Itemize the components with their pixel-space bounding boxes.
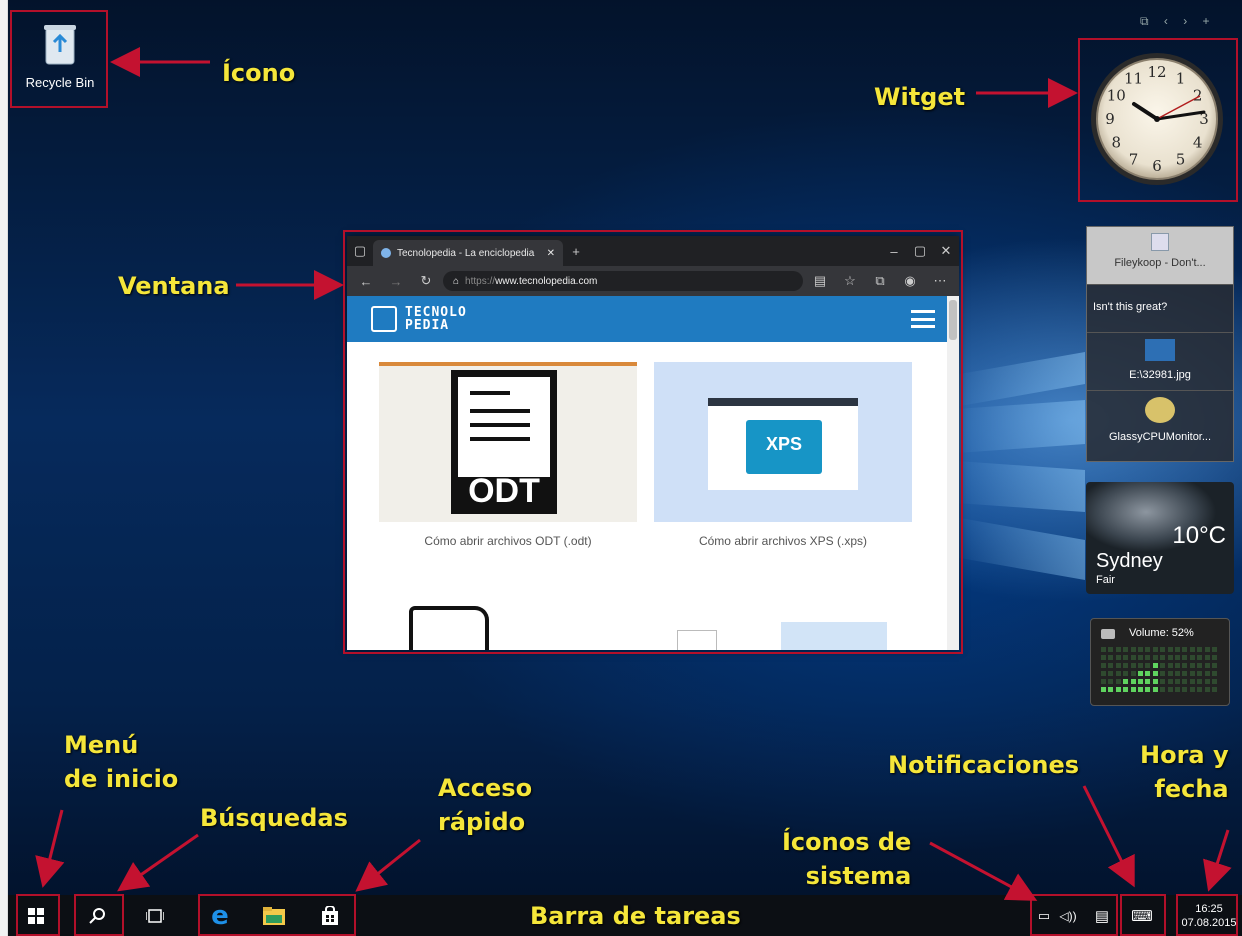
annotation-menu-inicio: Menú de inicio xyxy=(64,730,178,794)
annotation-arrows xyxy=(35,47,1232,901)
annotation-hora-line1: Hora y xyxy=(1140,741,1229,769)
annotation-iconos-sistema: Íconos de sistema xyxy=(782,827,911,891)
annotation-notificaciones: Notificaciones xyxy=(888,751,1080,779)
annotation-menu-line1: Menú xyxy=(64,731,139,759)
desktop: Recycle Bin ▢ Tecnolopedia - La enciclop… xyxy=(0,0,1242,936)
annotation-icono: Ícono xyxy=(222,59,296,87)
annotation-iconos-line2: sistema xyxy=(805,862,912,890)
annotation-acceso-rapido: Acceso rápido xyxy=(438,773,532,837)
annotation-iconos-line1: Íconos de xyxy=(782,828,912,856)
annotation-acceso-line2: rápido xyxy=(438,808,526,836)
annotation-hora-line2: fecha xyxy=(1154,775,1229,803)
annotation-hora-fecha: Hora y fecha xyxy=(1140,740,1229,804)
annotation-menu-line2: de inicio xyxy=(64,765,179,793)
annotation-witget: Witget xyxy=(874,83,966,111)
annotation-busquedas: Búsquedas xyxy=(200,804,348,832)
annotation-barra-tareas: Barra de tareas xyxy=(530,902,741,930)
annotation-ventana: Ventana xyxy=(118,272,230,300)
annotation-acceso-line1: Acceso xyxy=(438,774,533,802)
